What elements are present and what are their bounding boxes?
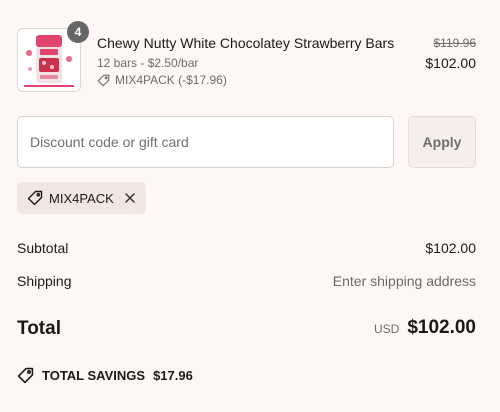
total-amount: $102.00 (407, 317, 476, 338)
product-variant: 12 bars - $2.50/bar (97, 56, 199, 70)
savings-amount: $17.96 (153, 368, 193, 383)
tag-icon (97, 74, 110, 87)
total-label: Total (17, 318, 61, 339)
tag-icon (27, 190, 43, 206)
shipping-value: Enter shipping address (332, 273, 476, 289)
savings-label: TOTAL SAVINGS (42, 368, 146, 383)
apply-button[interactable]: Apply (408, 116, 476, 168)
total-savings: TOTAL SAVINGS $17.96 (17, 367, 193, 384)
close-icon[interactable] (124, 192, 136, 204)
product-discount-label: MIX4PACK (-$17.96) (115, 73, 227, 87)
savings-tag-icon (17, 367, 34, 384)
product-discount-line: MIX4PACK (-$17.96) (97, 73, 227, 87)
shipping-label: Shipping (17, 273, 72, 289)
price-final: $102.00 (425, 55, 476, 71)
product-name: Chewy Nutty White Chocolatey Strawberry … (97, 35, 395, 51)
total-currency: USD (373, 322, 400, 336)
applied-discount-tag: MIX4PACK (17, 182, 146, 214)
total-amount-group: USD $102.00 (374, 317, 476, 339)
price-original: $119.96 (433, 36, 477, 50)
quantity-badge: 4 (67, 21, 89, 43)
subtotal-label: Subtotal (17, 240, 69, 256)
subtotal-value: $102.00 (425, 240, 476, 256)
applied-code-label: MIX4PACK (49, 190, 114, 206)
discount-code-input[interactable] (17, 116, 394, 168)
